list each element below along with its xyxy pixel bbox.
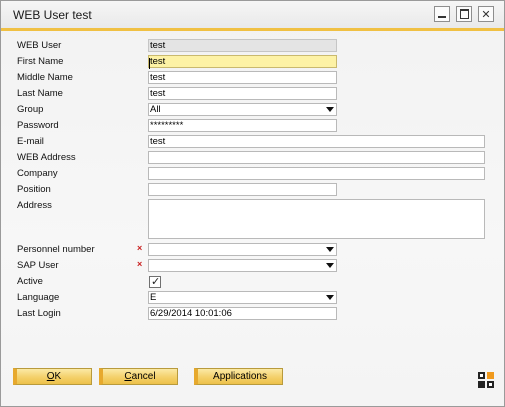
web-address-label: WEB Address — [17, 152, 76, 163]
text-cursor — [149, 58, 150, 69]
language-dropdown[interactable]: E — [148, 291, 337, 304]
applications-button[interactable]: Applications — [194, 368, 283, 385]
middle-name-label: Middle Name — [17, 72, 73, 83]
required-x-icon: × — [137, 259, 143, 269]
address-textarea[interactable] — [148, 199, 485, 239]
password-label: Password — [17, 120, 59, 131]
position-field[interactable] — [148, 183, 337, 196]
web-user-label: WEB User — [17, 40, 62, 51]
sap-user-dropdown[interactable] — [148, 259, 337, 272]
cancel-button-label: ancel — [131, 371, 156, 382]
personnel-number-label: Personnel number — [17, 244, 95, 255]
sap-user-label: SAP User — [17, 260, 59, 271]
close-icon[interactable]: ✕ — [478, 6, 494, 22]
cancel-button-accesskey: C — [124, 371, 132, 382]
ok-button-label: K — [54, 371, 62, 382]
company-label: Company — [17, 168, 58, 179]
password-field[interactable]: ********* — [148, 119, 337, 132]
chevron-down-icon[interactable] — [326, 295, 334, 300]
chevron-down-icon[interactable] — [326, 263, 334, 268]
sap-logo-icon — [478, 372, 494, 388]
email-field[interactable]: test — [148, 135, 485, 148]
chevron-down-icon[interactable] — [326, 247, 334, 252]
title-accent-line — [1, 28, 504, 31]
checkmark-icon: ✓ — [151, 275, 161, 288]
last-name-label: Last Name — [17, 88, 63, 99]
last-login-label: Last Login — [17, 308, 61, 319]
active-label: Active — [17, 276, 43, 287]
required-x-icon: × — [137, 243, 143, 253]
title-bar[interactable]: WEB User test ✕ — [1, 1, 504, 29]
dialog-window: WEB User test ✕ WEB User test First Name… — [0, 0, 505, 407]
ok-button[interactable]: OK — [13, 368, 92, 385]
window-title: WEB User test — [13, 8, 92, 22]
language-value: E — [150, 292, 157, 303]
maximize-icon[interactable] — [456, 6, 472, 22]
cancel-button[interactable]: Cancel — [99, 368, 178, 385]
personnel-number-dropdown[interactable] — [148, 243, 337, 256]
first-name-label: First Name — [17, 56, 64, 67]
ok-button-accesskey: O — [46, 371, 55, 382]
position-label: Position — [17, 184, 51, 195]
web-address-field[interactable] — [148, 151, 485, 164]
group-label: Group — [17, 104, 44, 115]
address-label: Address — [17, 200, 52, 211]
minimize-icon[interactable] — [434, 6, 450, 22]
middle-name-field[interactable]: test — [148, 71, 337, 84]
email-label: E-mail — [17, 136, 44, 147]
last-name-field[interactable]: test — [148, 87, 337, 100]
company-field[interactable] — [148, 167, 485, 180]
group-value: All — [150, 104, 161, 115]
group-dropdown[interactable]: All — [148, 103, 337, 116]
chevron-down-icon[interactable] — [326, 107, 334, 112]
language-label: Language — [17, 292, 60, 303]
first-name-field[interactable]: test — [148, 55, 337, 68]
last-login-field: 6/29/2014 10:01:06 — [148, 307, 337, 320]
web-user-field: test — [148, 39, 337, 52]
active-checkbox[interactable]: ✓ — [149, 275, 161, 288]
